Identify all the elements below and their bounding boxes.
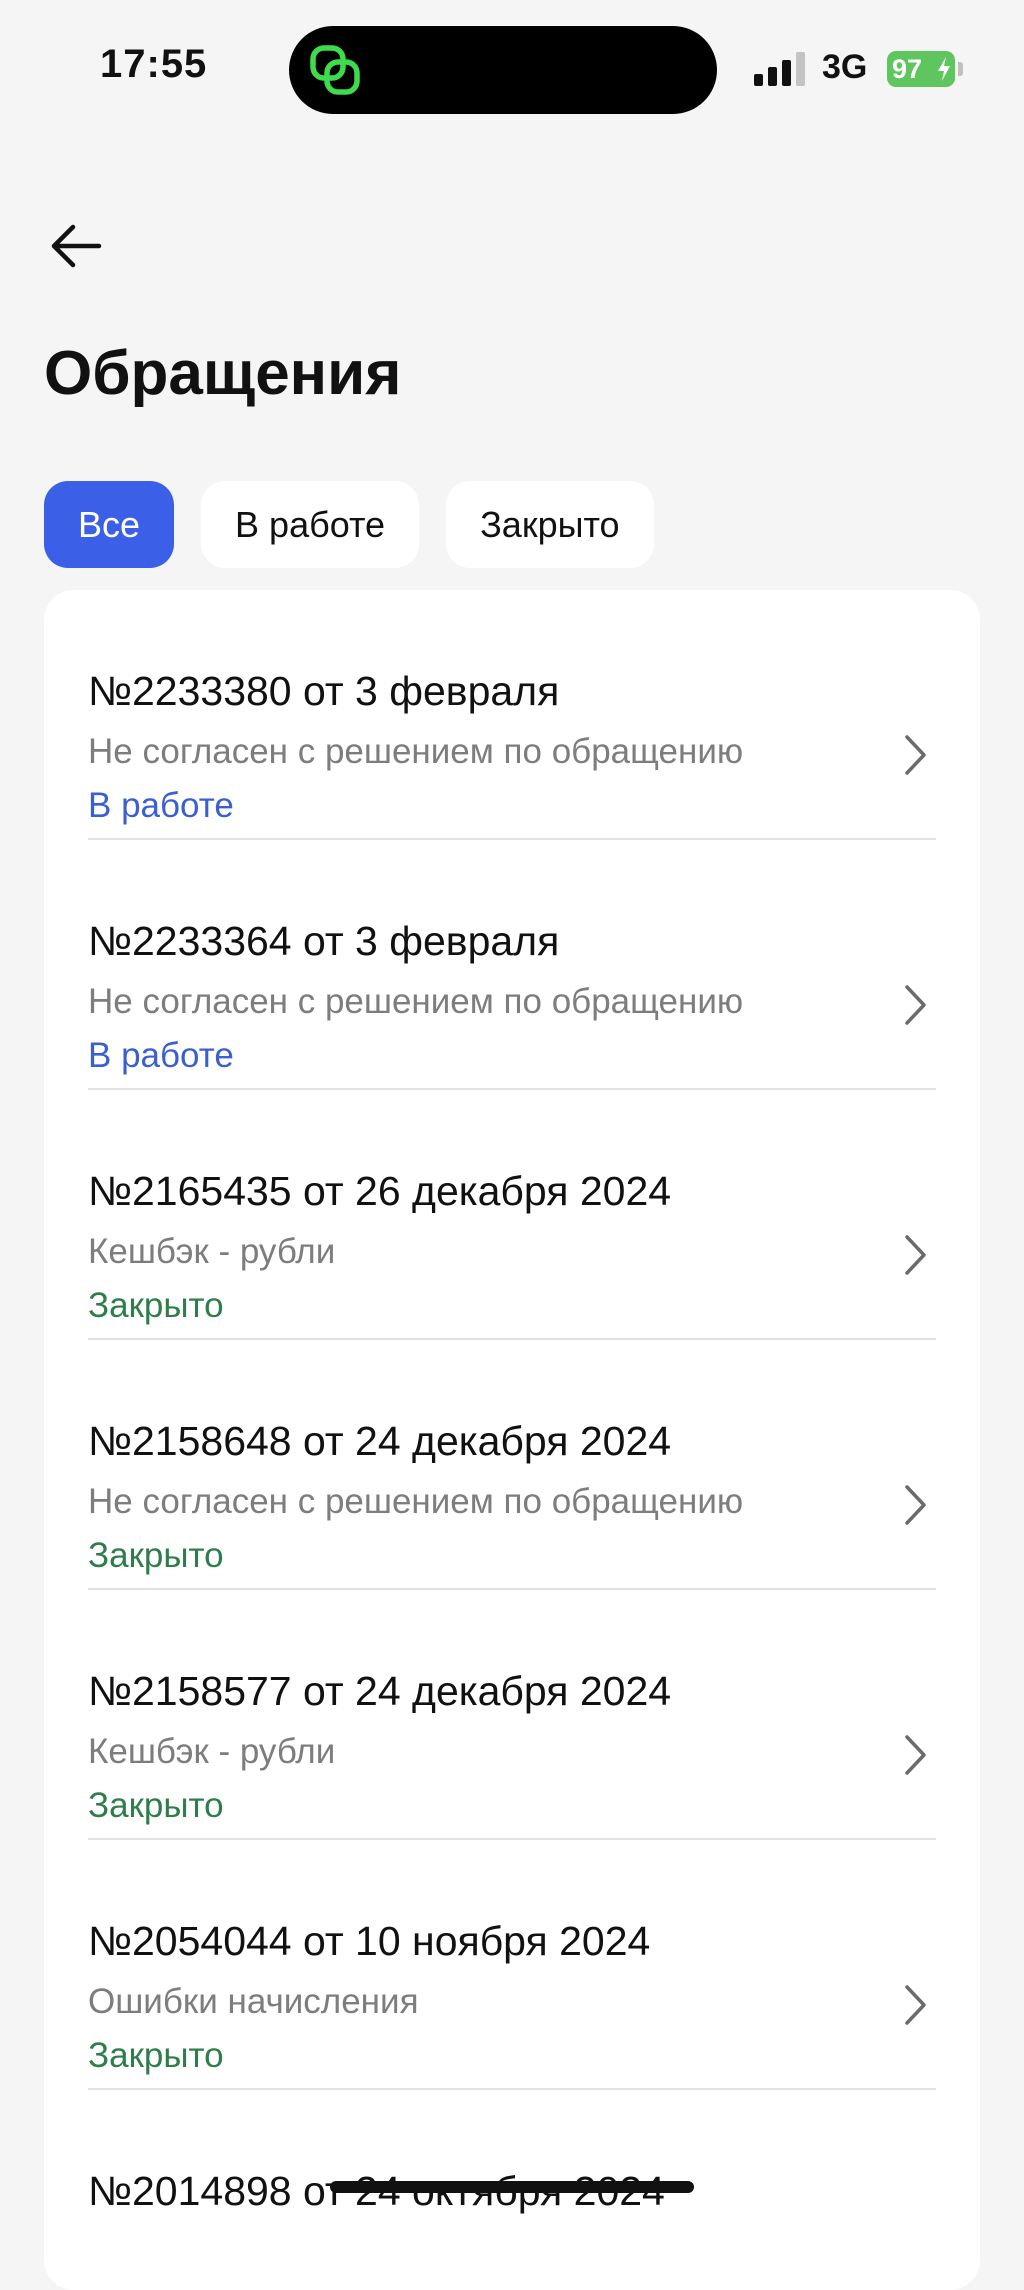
battery-cap bbox=[958, 62, 963, 76]
cellular-signal-icon bbox=[754, 52, 808, 86]
chevron-right-icon bbox=[905, 1485, 926, 1525]
back-button[interactable] bbox=[40, 210, 112, 282]
request-status: Закрыто bbox=[88, 2036, 224, 2075]
filter-in-progress[interactable]: В работе bbox=[201, 481, 420, 568]
chevron-right-icon bbox=[905, 1235, 926, 1275]
request-item[interactable]: №2158577 от 24 декабря 2024 Кешбэк - руб… bbox=[88, 1590, 936, 1840]
request-status: Закрыто bbox=[88, 1536, 224, 1575]
request-title: №2158577 от 24 декабря 2024 bbox=[88, 1668, 672, 1714]
request-item[interactable]: №2233364 от 3 февраля Не согласен с реше… bbox=[88, 840, 936, 1090]
network-type: 3G bbox=[822, 48, 868, 86]
request-subject: Не согласен с решением по обращению bbox=[88, 982, 744, 1021]
chevron-right-icon bbox=[905, 985, 926, 1025]
request-title: №2233380 от 3 февраля bbox=[88, 668, 560, 714]
battery-level: 97 bbox=[892, 54, 923, 84]
request-status: Закрыто bbox=[88, 1286, 224, 1325]
request-subject: Ошибки начисления bbox=[88, 1982, 419, 2021]
page-title: Обращения bbox=[44, 339, 402, 408]
request-title: №2165435 от 26 декабря 2024 bbox=[88, 1168, 672, 1214]
request-status: Закрыто bbox=[88, 1786, 224, 1825]
home-indicator bbox=[330, 2181, 694, 2193]
request-subject: Не согласен с решением по обращению bbox=[88, 1482, 744, 1521]
filter-chips: Все В работе Закрыто bbox=[44, 481, 654, 568]
filter-all[interactable]: Все bbox=[44, 481, 175, 568]
request-item[interactable]: №2158648 от 24 декабря 2024 Не согласен … bbox=[88, 1340, 936, 1590]
requests-list: №2233380 от 3 февраля Не согласен с реше… bbox=[44, 590, 980, 2290]
chevron-right-icon bbox=[905, 1735, 926, 1775]
filter-closed[interactable]: Закрыто bbox=[446, 481, 654, 568]
request-status: В работе bbox=[88, 1036, 234, 1075]
chevron-right-icon bbox=[905, 1985, 926, 2025]
request-title: №2233364 от 3 февраля bbox=[88, 918, 560, 964]
request-item[interactable]: №2165435 от 26 декабря 2024 Кешбэк - руб… bbox=[88, 1090, 936, 1340]
arrow-left-icon bbox=[51, 224, 102, 268]
request-subject: Кешбэк - рубли bbox=[88, 1232, 336, 1271]
request-status: В работе bbox=[88, 786, 234, 825]
request-subject: Не согласен с решением по обращению bbox=[88, 732, 744, 771]
request-title: №2054044 от 10 ноября 2024 bbox=[88, 1918, 651, 1964]
request-title: №2158648 от 24 декабря 2024 bbox=[88, 1418, 672, 1464]
request-item[interactable]: №2054044 от 10 ноября 2024 Ошибки начисл… bbox=[88, 1840, 936, 2090]
chevron-right-icon bbox=[905, 735, 926, 775]
status-time: 17:55 bbox=[100, 42, 208, 86]
linked-rings-icon bbox=[310, 45, 360, 95]
dynamic-island bbox=[289, 26, 717, 114]
charging-bolt-icon bbox=[938, 57, 950, 81]
request-item[interactable]: №2233380 от 3 февраля Не согласен с реше… bbox=[88, 590, 936, 840]
battery-icon: 97 bbox=[887, 51, 955, 87]
request-subject: Кешбэк - рубли bbox=[88, 1732, 336, 1771]
status-bar: 17:55 3G 97 bbox=[0, 0, 1024, 140]
